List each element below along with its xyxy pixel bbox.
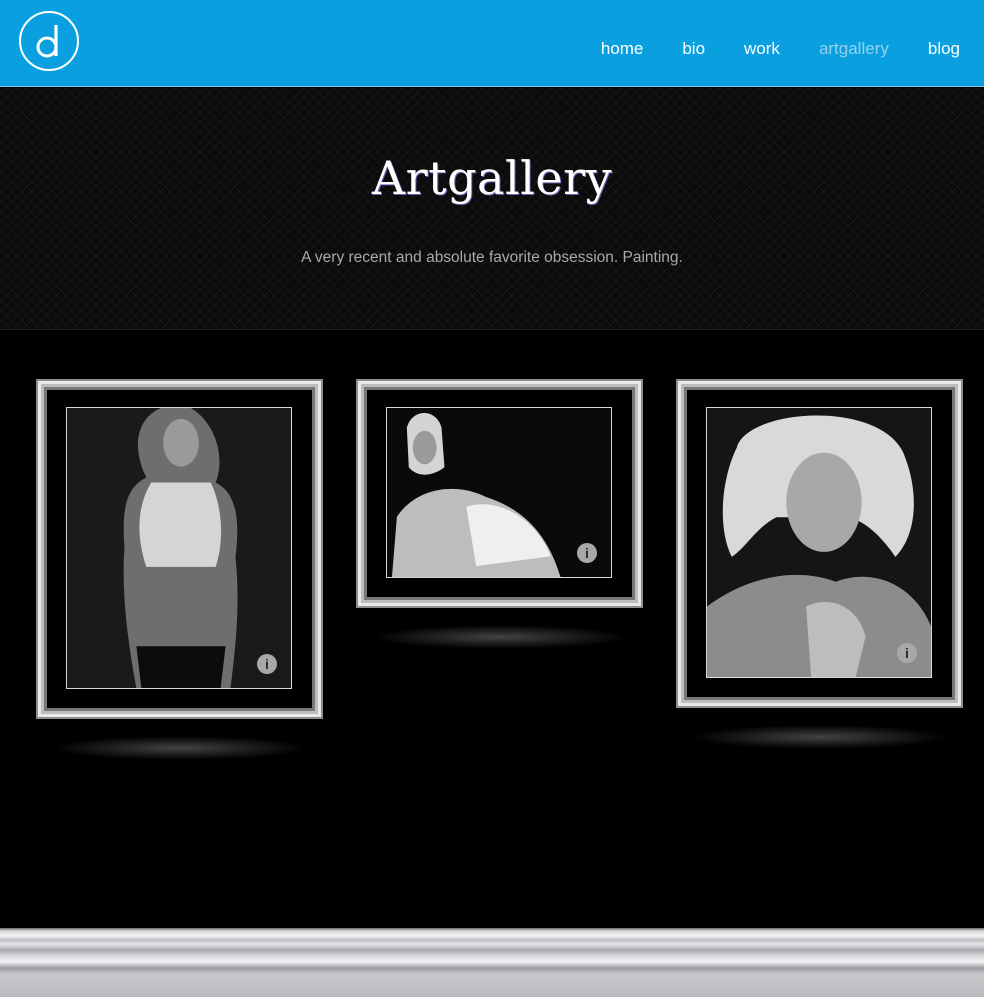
- painting-frame-2[interactable]: i: [358, 381, 641, 649]
- info-icon[interactable]: i: [577, 543, 597, 563]
- nav-bio[interactable]: bio: [682, 38, 705, 60]
- main-nav: home bio work artgallery blog: [562, 38, 960, 60]
- nav-work[interactable]: work: [744, 38, 780, 60]
- gallery-floor-rail: [0, 928, 984, 997]
- painting-frame-3[interactable]: i: [678, 381, 961, 749]
- nav-artgallery[interactable]: artgallery: [819, 38, 889, 60]
- nav-home[interactable]: home: [601, 38, 644, 60]
- page-title: Artgallery: [371, 151, 613, 205]
- painting-image-1: i: [66, 407, 292, 689]
- hero-banner: Artgallery A very recent and absolute fa…: [0, 88, 984, 330]
- painting-frame-1[interactable]: i: [38, 381, 321, 760]
- logo[interactable]: [19, 11, 79, 71]
- page-subtitle: A very recent and absolute favorite obse…: [301, 249, 683, 266]
- info-icon[interactable]: i: [257, 654, 277, 674]
- info-icon[interactable]: i: [897, 643, 917, 663]
- painting-image-3: i: [706, 407, 932, 678]
- nav-blog[interactable]: blog: [928, 38, 960, 60]
- painting-image-2: i: [386, 407, 612, 578]
- logo-d-icon: [36, 25, 58, 58]
- site-header: home bio work artgallery blog: [0, 0, 984, 87]
